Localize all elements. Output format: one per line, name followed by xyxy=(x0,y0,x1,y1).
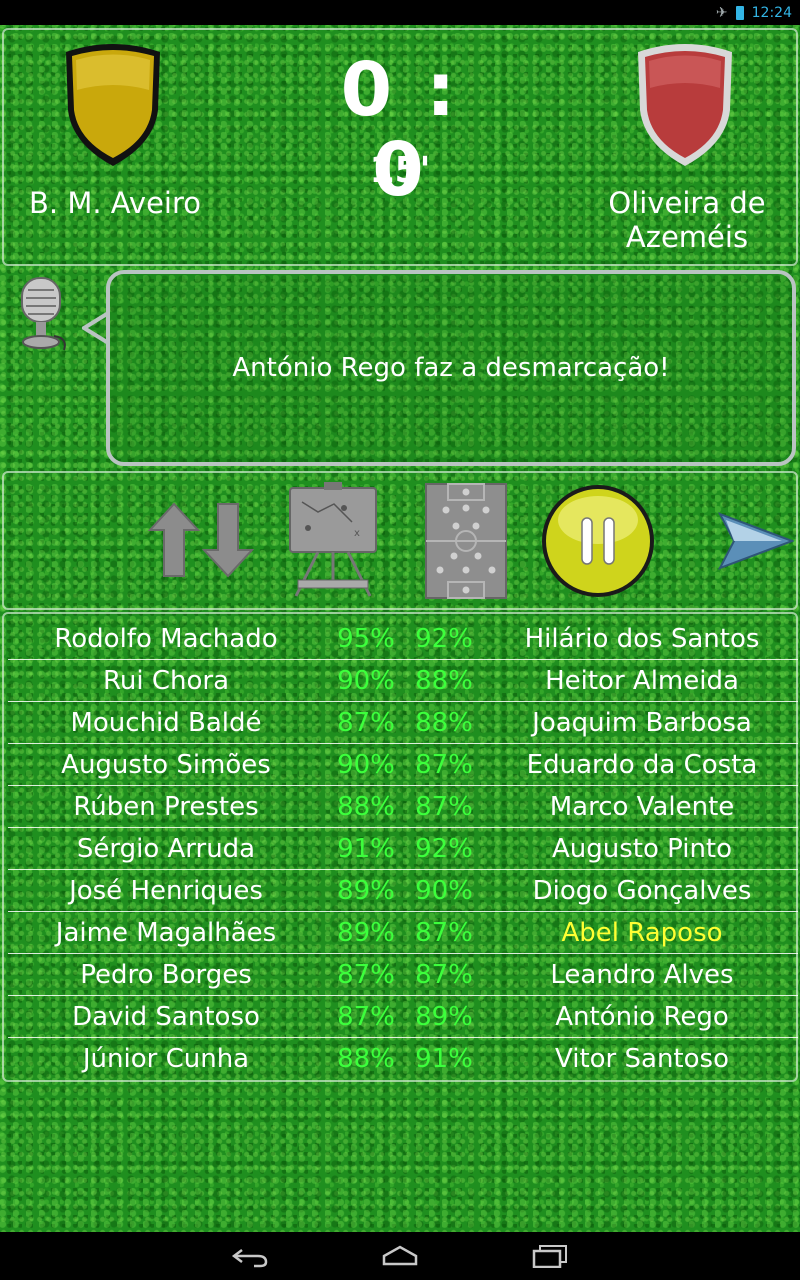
table-row: Augusto Simões 90% 87% Eduardo da Costa xyxy=(8,744,798,786)
microphone-icon xyxy=(21,277,66,351)
controls-bar xyxy=(2,471,798,610)
away-player-percentage: 87% xyxy=(415,960,473,990)
home-player-name: Jaime Magalhães xyxy=(55,918,277,948)
formation-button[interactable] xyxy=(424,482,508,600)
away-player-name: Leandro Alves xyxy=(550,960,734,990)
away-player-name: Hilário dos Santos xyxy=(524,624,760,654)
table-row: Sérgio Arruda 91% 92% Augusto Pinto xyxy=(8,828,798,870)
away-player-name: Diogo Gonçalves xyxy=(532,876,752,906)
away-player-percentage: 87% xyxy=(415,792,473,822)
tactics-board-icon: x xyxy=(289,482,377,597)
home-icon[interactable] xyxy=(380,1244,420,1268)
substitutions-icon xyxy=(147,502,255,578)
home-player-percentage: 87% xyxy=(337,1002,395,1032)
home-player-percentage: 90% xyxy=(337,666,395,696)
away-player-name: Augusto Pinto xyxy=(551,834,733,864)
table-row: Júnior Cunha 88% 91% Vitor Santoso xyxy=(8,1038,798,1080)
table-row: José Henriques 89% 90% Diogo Gonçalves xyxy=(8,870,798,912)
commentary-text: António Rego faz a desmarcação! xyxy=(232,353,670,383)
away-player-name: Marco Valente xyxy=(549,792,735,822)
back-icon[interactable] xyxy=(230,1244,270,1268)
away-crest-icon xyxy=(638,44,732,166)
battery-icon xyxy=(735,5,744,20)
next-button[interactable] xyxy=(716,512,794,570)
away-player-percentage: 89% xyxy=(415,1002,473,1032)
away-team-name: Oliveira de Azeméis xyxy=(608,186,766,254)
substitutions-button[interactable] xyxy=(146,500,262,580)
home-player-name: Pedro Borges xyxy=(80,960,252,990)
pause-icon xyxy=(542,485,654,597)
home-player-percentage: 89% xyxy=(337,918,395,948)
pause-button[interactable] xyxy=(538,482,658,600)
away-player-name: Heitor Almeida xyxy=(545,666,739,696)
home-player-name: Rodolfo Machado xyxy=(54,624,278,654)
away-player-percentage: 88% xyxy=(415,666,473,696)
formation-icon xyxy=(425,483,507,599)
table-row: Rui Chora 90% 88% Heitor Almeida xyxy=(8,660,798,702)
tactics-button[interactable]: x xyxy=(288,482,378,600)
home-player-percentage: 91% xyxy=(337,834,395,864)
airplane-icon: ✈ xyxy=(715,4,728,21)
navigation-bar xyxy=(0,1232,800,1280)
away-player-name: António Rego xyxy=(555,1002,729,1032)
home-player-name: Mouchid Baldé xyxy=(70,708,262,738)
table-row: Jaime Magalhães 89% 87% Abel Raposo xyxy=(8,912,798,954)
table-row: Rodolfo Machado 95% 92% Hilário dos Sant… xyxy=(8,618,798,660)
home-player-name: Rúben Prestes xyxy=(73,792,259,822)
home-player-name: Rui Chora xyxy=(102,666,230,696)
home-player-percentage: 87% xyxy=(337,708,395,738)
home-player-percentage: 88% xyxy=(337,1044,395,1074)
match-minute: 15' xyxy=(369,150,431,191)
player-ratings-table: Rodolfo Machado 95% 92% Hilário dos Sant… xyxy=(2,612,798,1082)
away-player-percentage: 87% xyxy=(415,918,473,948)
home-team-name: B. M. Aveiro xyxy=(28,186,202,220)
away-player-name: Vitor Santoso xyxy=(555,1044,729,1074)
home-player-percentage: 87% xyxy=(337,960,395,990)
away-player-percentage: 91% xyxy=(415,1044,473,1074)
away-player-percentage: 90% xyxy=(415,876,473,906)
clock: 12:24 xyxy=(751,4,792,21)
table-row: Rúben Prestes 88% 87% Marco Valente xyxy=(8,786,798,828)
away-player-name-highlighted: Abel Raposo xyxy=(561,918,723,948)
home-player-name: Júnior Cunha xyxy=(82,1044,250,1074)
home-player-name: Sérgio Arruda xyxy=(76,834,256,864)
home-player-name: Augusto Simões xyxy=(61,750,271,780)
away-player-percentage: 88% xyxy=(415,708,473,738)
home-player-percentage: 95% xyxy=(337,624,395,654)
away-player-name: Joaquim Barbosa xyxy=(532,708,752,738)
svg-text:x: x xyxy=(354,528,360,539)
home-player-percentage: 88% xyxy=(337,792,395,822)
table-row: David Santoso 87% 89% António Rego xyxy=(8,996,798,1038)
home-player-name: José Henriques xyxy=(69,876,263,906)
table-row: Pedro Borges 87% 87% Leandro Alves xyxy=(8,954,798,996)
commentary-bubble: António Rego faz a desmarcação! xyxy=(106,270,796,466)
home-player-percentage: 89% xyxy=(337,876,395,906)
next-arrow-icon xyxy=(717,512,794,570)
home-player-name: David Santoso xyxy=(72,1002,260,1032)
away-player-percentage: 92% xyxy=(415,624,473,654)
status-bar: ✈ 12:24 xyxy=(0,0,800,25)
away-player-percentage: 87% xyxy=(415,750,473,780)
table-row: Mouchid Baldé 87% 88% Joaquim Barbosa xyxy=(8,702,798,744)
home-crest-icon xyxy=(66,44,160,166)
recent-apps-icon[interactable] xyxy=(530,1244,570,1268)
away-player-name: Eduardo da Costa xyxy=(526,750,758,780)
home-player-percentage: 90% xyxy=(337,750,395,780)
away-player-percentage: 92% xyxy=(415,834,473,864)
